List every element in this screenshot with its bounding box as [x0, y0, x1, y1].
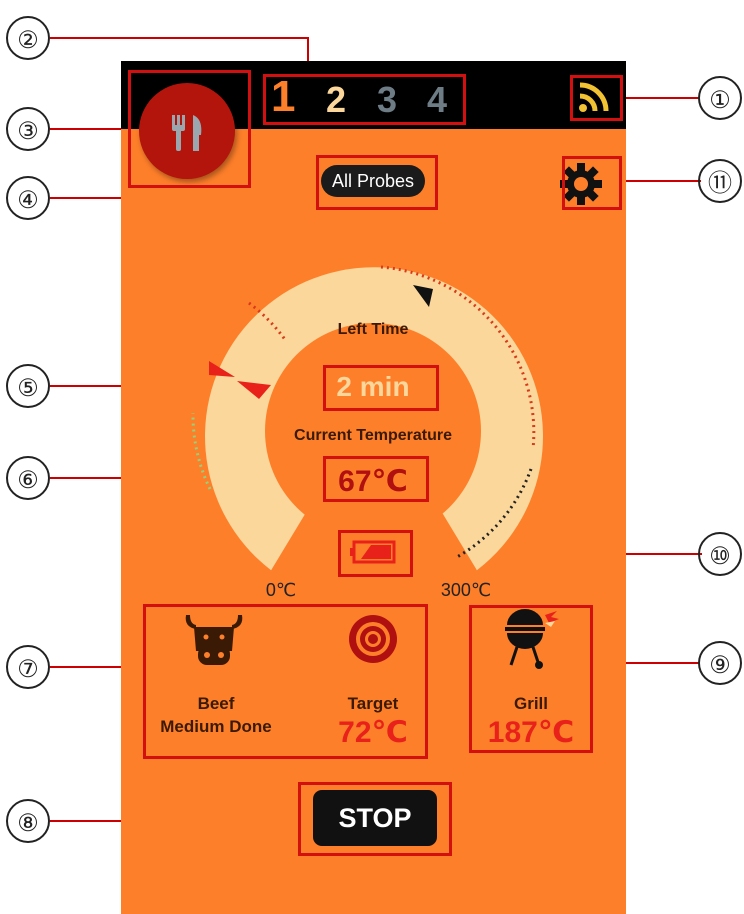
annotation-10: ⑩	[698, 532, 742, 576]
highlight-menu-button	[128, 70, 251, 188]
annotation-3: ③	[6, 107, 50, 151]
current-temperature-label: Current Temperature	[294, 427, 452, 444]
gauge-max-label: 300℃	[440, 580, 492, 600]
annotation-line-1	[622, 97, 700, 99]
highlight-stop	[298, 782, 452, 856]
highlight-left-time	[323, 365, 439, 411]
annotation-1: ①	[698, 76, 742, 120]
annotation-line-11	[621, 180, 701, 182]
annotation-7: ⑦	[6, 645, 50, 689]
highlight-meat-info	[143, 604, 428, 759]
highlight-current-temp	[323, 456, 429, 502]
highlight-wifi	[570, 75, 623, 121]
annotation-6: ⑥	[6, 456, 50, 500]
annotation-line-2a	[50, 37, 308, 39]
annotation-8: ⑧	[6, 799, 50, 843]
annotation-5: ⑤	[6, 364, 50, 408]
annotation-11: ⑪	[698, 159, 742, 203]
annotation-4: ④	[6, 176, 50, 220]
highlight-battery	[338, 530, 413, 577]
highlight-all-probes	[316, 155, 438, 210]
left-time-label: Left Time	[337, 321, 409, 338]
annotation-9: ⑨	[698, 641, 742, 685]
highlight-settings	[562, 156, 622, 210]
annotation-2: ②	[6, 16, 50, 60]
highlight-probe-tabs	[263, 74, 466, 125]
gauge-min-label: 0℃	[265, 580, 297, 600]
highlight-grill-info	[469, 605, 593, 753]
annotation-line-3	[50, 128, 130, 130]
